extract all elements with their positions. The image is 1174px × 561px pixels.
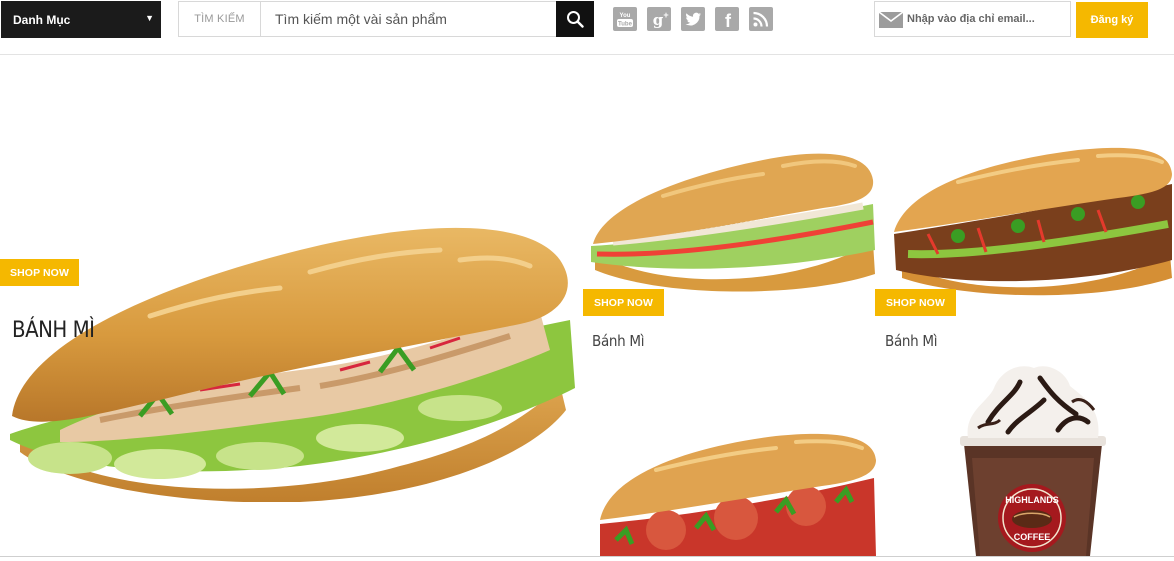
subscribe-button[interactable]: Đăng ký	[1076, 2, 1148, 38]
product-2-image[interactable]	[888, 144, 1174, 300]
hero-image[interactable]	[0, 220, 578, 502]
product-1-name[interactable]: Bánh Mì	[592, 332, 645, 350]
search-bar: TÌM KIẾM	[178, 1, 594, 37]
product-3-image[interactable]	[596, 432, 876, 556]
coffee-logo-top-text: HIGHLANDS	[1005, 495, 1059, 505]
category-dropdown[interactable]: Danh Mục ▼	[1, 1, 161, 38]
rss-icon[interactable]	[749, 7, 773, 31]
product-1-image[interactable]	[583, 146, 875, 298]
hero-shop-now-button[interactable]: SHOP NOW	[0, 259, 79, 286]
search-button[interactable]	[556, 1, 594, 37]
facebook-icon[interactable]: f	[715, 7, 739, 31]
search-input[interactable]	[263, 2, 555, 36]
coffee-logo-bottom-text: COFFEE	[1014, 532, 1051, 542]
newsletter-form	[874, 1, 1071, 37]
hero-title: BÁNH MÌ	[12, 318, 95, 343]
svg-text:You: You	[620, 13, 631, 19]
search-label: TÌM KIẾM	[179, 2, 261, 36]
category-dropdown-label: Danh Mục	[13, 12, 71, 27]
mail-icon	[879, 12, 903, 28]
product-4-image[interactable]: HIGHLANDS COFFEE	[948, 362, 1118, 556]
product-2-shop-now-button[interactable]: SHOP NOW	[875, 289, 956, 316]
email-field[interactable]	[907, 2, 1067, 36]
header-divider	[0, 54, 1174, 55]
twitter-icon[interactable]	[681, 7, 705, 31]
product-2-name[interactable]: Bánh Mì	[885, 332, 938, 350]
svg-text:Tube: Tube	[618, 22, 633, 28]
search-icon	[567, 11, 584, 28]
content-bottom-divider	[0, 556, 1174, 557]
svg-text:+: +	[663, 10, 668, 20]
svg-text:g: g	[653, 11, 664, 29]
svg-text:f: f	[725, 11, 732, 31]
product-1-shop-now-button[interactable]: SHOP NOW	[583, 289, 664, 316]
google-plus-icon[interactable]: g +	[647, 7, 671, 31]
triangle-down-icon: ▼	[145, 13, 154, 23]
youtube-icon[interactable]: You Tube	[613, 7, 637, 31]
